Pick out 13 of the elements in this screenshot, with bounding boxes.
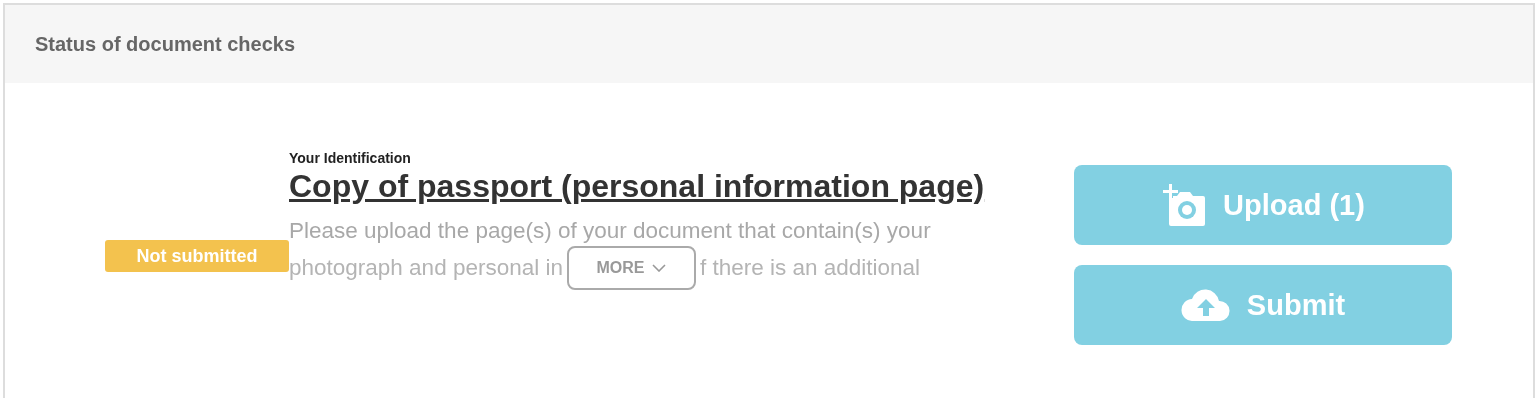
description-text: f there is an additional bbox=[699, 254, 921, 282]
submit-button[interactable]: Submit bbox=[1074, 265, 1452, 345]
description-text: Please upload the page(s) of your document that contain(s) your bbox=[289, 217, 931, 245]
document-title-link[interactable]: Copy of passport (personal information page) bbox=[289, 170, 994, 202]
document-category: Your Identification bbox=[289, 150, 411, 166]
cloud-upload-icon bbox=[1180, 289, 1231, 321]
panel-title: Status of document checks bbox=[35, 32, 296, 56]
chevron-down-icon bbox=[652, 263, 667, 272]
camera-plus-icon bbox=[1161, 184, 1208, 226]
status-badge: Not submitted bbox=[105, 240, 289, 272]
more-button[interactable]: MORE bbox=[566, 245, 696, 290]
description-text: photograph and personal in bbox=[289, 254, 563, 282]
upload-button[interactable]: Upload (1) bbox=[1074, 165, 1452, 245]
